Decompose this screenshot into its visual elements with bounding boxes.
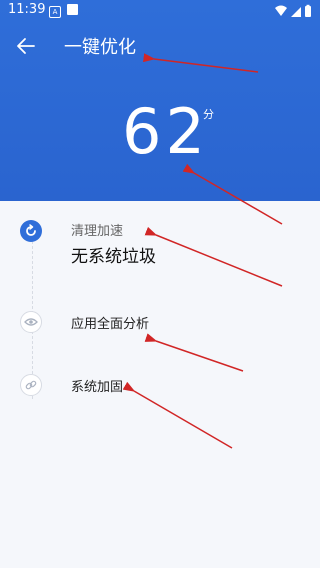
wifi-icon <box>275 5 287 16</box>
link-icon <box>20 374 42 396</box>
step-status: 无系统垃圾 <box>71 247 156 267</box>
refresh-icon <box>20 220 42 242</box>
battery-icon <box>305 6 311 17</box>
status-bar: 11:39 A <box>0 0 320 22</box>
score-value: 62 <box>122 95 209 168</box>
step-label: 应用全面分析 <box>71 317 150 332</box>
signal-icon <box>291 7 301 17</box>
status-icons <box>275 4 311 17</box>
page-title: 一键优化 <box>64 37 136 58</box>
eye-icon <box>20 311 42 333</box>
header: 11:39 A 一键优化 62 分 <box>0 0 320 201</box>
notification-square-icon <box>67 4 78 15</box>
step-label: 清理加速 <box>71 224 124 239</box>
optimization-steps: 清理加速 无系统垃圾 应用全面分析 系统加固 <box>0 201 320 568</box>
back-arrow-icon[interactable] <box>16 36 36 56</box>
step-label: 系统加固 <box>71 380 124 395</box>
score-unit: 分 <box>203 108 214 121</box>
notification-a-icon: A <box>49 6 61 18</box>
status-time: 11:39 <box>8 2 46 17</box>
